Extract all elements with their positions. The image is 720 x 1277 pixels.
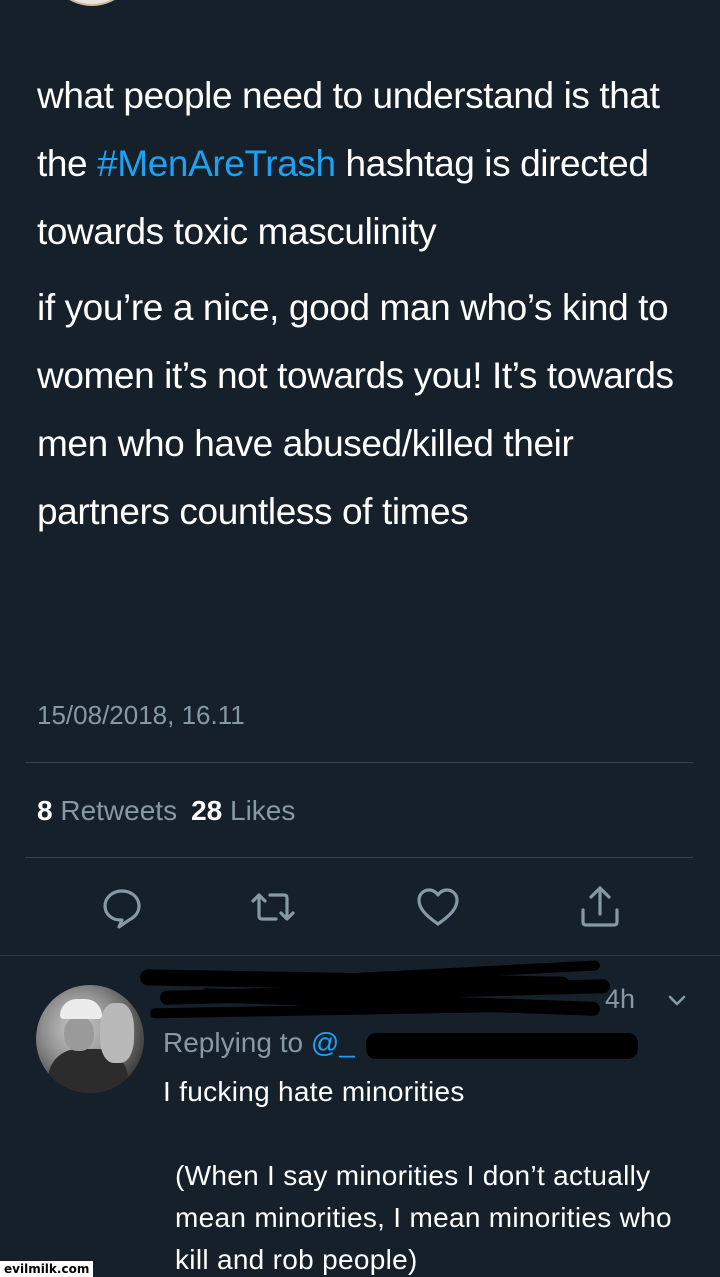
retweet-icon[interactable] [246,880,300,934]
replying-label: Replying to [163,1027,304,1058]
watermark: evilmilk.com [0,1261,94,1277]
reply-text: I fucking hate minorities (When I say mi… [163,1071,703,1277]
likes-stat[interactable]: 28 Likes [191,795,295,826]
divider [25,762,693,763]
retweets-count: 8 [37,795,53,826]
tweet-paragraph-1: what people need to understand is that t… [37,62,687,266]
share-icon[interactable] [573,880,627,934]
reply-line-2: (When I say minorities I don’t actually … [175,1160,672,1275]
retweets-label: Retweets [60,795,178,826]
divider [25,857,693,858]
reply-time: 4h [605,984,636,1014]
retweets-stat[interactable]: 8 Retweets [37,795,177,826]
replying-to: Replying to @_ [163,1027,355,1059]
tweet-paragraph-2: if you’re a nice, good man who’s kind to… [37,287,674,532]
divider [0,955,720,956]
tweet-actions [0,880,720,934]
screenshot-page: what people need to understand is that t… [0,0,720,1277]
chevron-down-icon[interactable] [664,987,690,1013]
reply-handle-link[interactable]: @_ [311,1027,355,1058]
tweet-stats: 8 Retweets 28 Likes [37,795,295,827]
tweet-timestamp: 15/08/2018, 16.11 [37,700,245,730]
likes-label: Likes [230,795,296,826]
redacted-username-scribble [139,960,620,1025]
redacted-handle-scribble [366,1029,638,1065]
tweet-text: what people need to understand is that t… [37,62,687,546]
reply-line-1: I fucking hate minorities [163,1076,465,1107]
hashtag-link[interactable]: #MenAreTrash [97,143,336,184]
reply-tweet[interactable]: 4h Replying to @_ I fucking hate minorit… [0,960,720,1277]
author-avatar[interactable] [52,0,132,6]
reply-avatar[interactable] [36,985,144,1093]
likes-count: 28 [191,795,223,826]
heart-icon[interactable] [411,880,465,934]
reply-icon[interactable] [95,880,149,934]
